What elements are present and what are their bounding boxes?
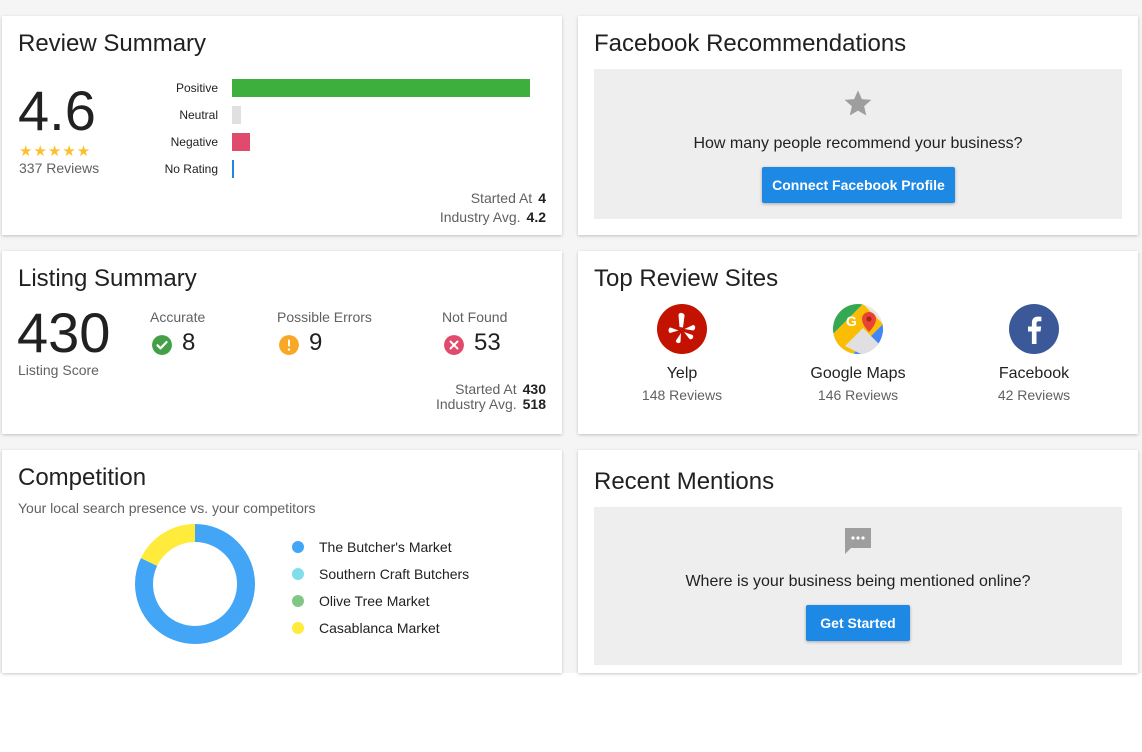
warning-circle-icon bbox=[279, 335, 299, 355]
bar-label-positive: Positive bbox=[175, 81, 218, 95]
chat-bubble-icon bbox=[845, 528, 871, 554]
started-at-value: 4 bbox=[538, 190, 546, 206]
legend-dot bbox=[292, 568, 304, 581]
competition-card: Competition Your local search presence v… bbox=[2, 450, 562, 673]
facebook-recommendations-title: Facebook Recommendations bbox=[594, 30, 907, 57]
legend-dot bbox=[292, 595, 304, 608]
legend-item: The Butcher's Market bbox=[292, 539, 452, 555]
get-started-button[interactable]: Get Started bbox=[806, 605, 910, 641]
competition-title: Competition bbox=[18, 464, 147, 491]
listing-started-at-label: Started At bbox=[455, 381, 517, 397]
legend-label: Casablanca Market bbox=[319, 620, 440, 636]
listing-started-at: Started At 430 bbox=[455, 381, 546, 397]
industry-avg-label: Industry Avg. bbox=[439, 209, 521, 225]
bar-label-neutral: Neutral bbox=[179, 108, 218, 122]
review-started-at: Started At 4 bbox=[471, 190, 546, 206]
review-summary-card: Review Summary 4.6 ★★★★★ 337 Reviews Pos… bbox=[2, 16, 562, 235]
facebook-recommendations-panel: How many people recommend your business?… bbox=[594, 69, 1122, 219]
review-industry-avg: Industry Avg. 4.2 bbox=[440, 209, 546, 225]
recent-mentions-question: Where is your business being mentioned o… bbox=[685, 573, 1031, 590]
check-circle-icon bbox=[152, 335, 172, 355]
recent-mentions-panel: Where is your business being mentioned o… bbox=[594, 507, 1122, 665]
competition-subtitle: Your local search presence vs. your comp… bbox=[18, 500, 316, 516]
not-found-count: 53 bbox=[474, 329, 501, 356]
industry-avg-value: 4.2 bbox=[526, 209, 546, 225]
legend-item: Olive Tree Market bbox=[292, 593, 429, 609]
facebook-name: Facebook bbox=[998, 365, 1070, 382]
bar-neutral bbox=[232, 106, 241, 124]
competition-donut-chart bbox=[135, 524, 255, 644]
review-site-google-maps[interactable]: G Google Maps 146 Reviews bbox=[783, 304, 933, 403]
not-found-label: Not Found bbox=[442, 309, 508, 325]
listing-summary-title: Listing Summary bbox=[18, 265, 197, 292]
recent-mentions-title: Recent Mentions bbox=[594, 468, 775, 495]
listing-industry-avg: Industry Avg. 518 bbox=[436, 396, 546, 412]
listing-industry-avg-label: Industry Avg. bbox=[435, 396, 517, 412]
bar-label-no-rating: No Rating bbox=[164, 162, 218, 176]
review-count: 337 Reviews bbox=[19, 160, 100, 176]
started-at-label: Started At bbox=[470, 190, 533, 206]
review-site-facebook[interactable]: Facebook 42 Reviews bbox=[959, 304, 1109, 403]
facebook-icon bbox=[1009, 304, 1059, 354]
listing-started-at-value: 430 bbox=[522, 381, 546, 397]
facebook-recommendations-question: How many people recommend your business? bbox=[693, 135, 1023, 152]
accurate-label: Accurate bbox=[150, 309, 206, 325]
possible-errors-count: 9 bbox=[309, 329, 323, 356]
review-summary-title: Review Summary bbox=[18, 30, 207, 57]
bar-label-negative: Negative bbox=[170, 135, 218, 149]
star-icon bbox=[844, 90, 872, 116]
listing-summary-card: Listing Summary 430 Listing Score Accura… bbox=[2, 251, 562, 434]
yelp-review-count: 148 Reviews bbox=[641, 387, 723, 403]
possible-errors-label: Possible Errors bbox=[277, 309, 372, 325]
yelp-icon bbox=[657, 304, 707, 354]
top-review-sites-card: Top Review Sites Yelp 148 Reviews G Goog… bbox=[578, 251, 1138, 434]
legend-dot bbox=[292, 541, 304, 554]
legend-item: Casablanca Market bbox=[292, 620, 440, 636]
legend-label: Southern Craft Butchers bbox=[319, 566, 470, 582]
listing-industry-avg-value: 518 bbox=[522, 396, 546, 412]
svg-text:G: G bbox=[846, 313, 857, 329]
google-maps-name: Google Maps bbox=[810, 365, 906, 382]
bar-negative bbox=[232, 133, 250, 151]
average-rating: 4.6 bbox=[18, 79, 96, 142]
yelp-name: Yelp bbox=[666, 365, 698, 382]
recent-mentions-card: Recent Mentions Where is your business b… bbox=[578, 450, 1138, 673]
bar-no-rating bbox=[232, 160, 234, 178]
legend-label: Olive Tree Market bbox=[319, 593, 430, 609]
review-site-yelp[interactable]: Yelp 148 Reviews bbox=[607, 304, 757, 403]
accurate-count: 8 bbox=[182, 329, 196, 356]
rating-stars-icon: ★★★★★ bbox=[19, 143, 92, 160]
connect-facebook-profile-button[interactable]: Connect Facebook Profile bbox=[762, 167, 955, 203]
google-maps-review-count: 146 Reviews bbox=[817, 387, 899, 403]
error-circle-icon bbox=[444, 335, 464, 355]
listing-score: 430 bbox=[17, 301, 111, 364]
listing-score-label: Listing Score bbox=[18, 362, 99, 378]
facebook-review-count: 42 Reviews bbox=[997, 387, 1071, 403]
facebook-recommendations-card: Facebook Recommendations How many people… bbox=[578, 16, 1138, 235]
google-maps-icon: G bbox=[833, 304, 883, 354]
legend-dot bbox=[292, 622, 304, 635]
legend-item: Southern Craft Butchers bbox=[292, 566, 469, 582]
top-review-sites-title: Top Review Sites bbox=[594, 265, 779, 292]
legend-label: The Butcher's Market bbox=[319, 539, 452, 555]
bar-positive bbox=[232, 79, 530, 97]
